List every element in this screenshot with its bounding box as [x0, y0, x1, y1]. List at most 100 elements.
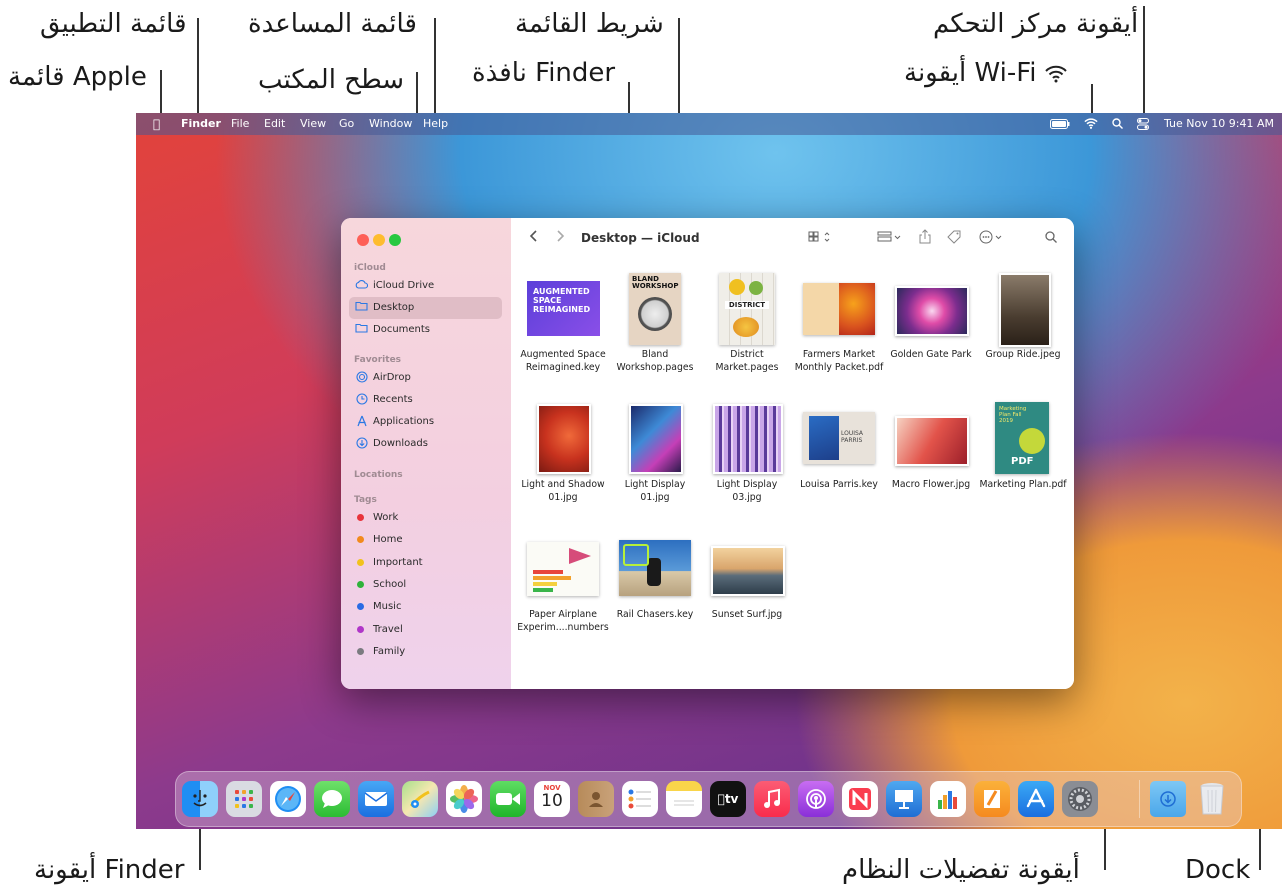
sidebar-item-label: Applications	[373, 416, 435, 427]
menubar-wifi-icon[interactable]	[1084, 118, 1098, 133]
calendar-day: 10	[541, 791, 563, 811]
news-icon[interactable]	[842, 781, 878, 817]
file-item-light-display-03[interactable]: Light Display 03.jpg	[701, 398, 793, 518]
sidebar-tag-label: Family	[373, 645, 406, 657]
sidebar-item-label: iCloud Drive	[373, 280, 435, 291]
sidebar-tag-travel[interactable]: Travel	[349, 619, 502, 641]
oranges-image	[839, 283, 875, 335]
zoom-button[interactable]	[389, 234, 401, 246]
download-icon	[355, 437, 368, 450]
keynote-icon[interactable]	[886, 781, 922, 817]
reminders-icon[interactable]	[622, 781, 658, 817]
callout-app-menu: قائمة التطبيق	[40, 9, 187, 39]
pages-thumbnail: DISTRICT	[719, 273, 775, 345]
sidebar-item-applications[interactable]: Applications	[349, 411, 502, 433]
notes-icon[interactable]	[666, 781, 702, 817]
search-icon[interactable]	[1045, 231, 1057, 247]
more-icon[interactable]	[979, 230, 1005, 248]
sidebar-item-icloud-drive[interactable]: iCloud Drive	[349, 275, 502, 297]
apple-tv-icon[interactable]: tv	[710, 781, 746, 817]
finder-window[interactable]: iCloud iCloud Drive Desktop Documents Fa	[341, 218, 1074, 689]
tag-icon[interactable]	[947, 230, 962, 248]
back-arrow-icon[interactable]	[529, 230, 537, 246]
sidebar-item-documents[interactable]: Documents	[349, 319, 502, 341]
pdf-thumbnail: Marketing Plan Fall 2019 PDF	[995, 402, 1049, 474]
file-item-augmented-space[interactable]: AUGMENTED SPACE REIMAGINED Augmented Spa…	[517, 268, 609, 388]
minimize-button[interactable]	[373, 234, 385, 246]
file-item-bland-workshop[interactable]: BLAND WORKSHOP Bland Workshop.pages	[609, 268, 701, 388]
share-icon[interactable]	[919, 229, 931, 248]
menu-help[interactable]: Help	[423, 117, 448, 131]
file-item-louisa-parris[interactable]: LOUISA PARRIS Louisa Parris.key	[793, 398, 885, 518]
spotlight-icon[interactable]	[1112, 118, 1123, 133]
downloads-folder-icon[interactable]	[1150, 781, 1186, 817]
callout-finder-window: نافذة Finder	[472, 58, 616, 88]
music-icon[interactable]	[754, 781, 790, 817]
group-icon[interactable]	[877, 231, 903, 247]
sidebar-tag-music[interactable]: Music	[349, 596, 502, 618]
desktop[interactable]:  Finder File Edit View Go Window Help T…	[136, 113, 1282, 829]
forward-arrow-icon[interactable]	[557, 230, 565, 246]
system-preferences-icon[interactable]	[1062, 781, 1098, 817]
menu-window[interactable]: Window	[369, 117, 412, 131]
sidebar-item-downloads[interactable]: Downloads	[349, 433, 502, 455]
menu-go[interactable]: Go	[339, 117, 354, 131]
leader-help-menu	[434, 18, 436, 116]
thumbnail-text: DISTRICT	[725, 301, 769, 309]
sidebar-item-recents[interactable]: Recents	[349, 389, 502, 411]
file-item-rail-chasers[interactable]: Rail Chasers.key	[609, 528, 701, 648]
menubar-clock[interactable]: Tue Nov 10 9:41 AM	[1164, 117, 1274, 131]
file-item-golden-gate-park[interactable]: Golden Gate Park	[885, 268, 977, 388]
sidebar-item-label: Documents	[373, 324, 431, 335]
app-menu[interactable]: Finder	[181, 117, 221, 131]
facetime-icon[interactable]	[490, 781, 526, 817]
menu-edit[interactable]: Edit	[264, 117, 285, 131]
battery-icon[interactable]	[1050, 119, 1070, 133]
podcasts-icon[interactable]	[798, 781, 834, 817]
file-item-macro-flower[interactable]: Macro Flower.jpg	[885, 398, 977, 518]
file-item-light-display-01[interactable]: Light Display 01.jpg	[609, 398, 701, 518]
file-item-light-and-shadow[interactable]: Light and Shadow 01.jpg	[517, 398, 609, 518]
calendar-icon[interactable]: NOV 10	[534, 781, 570, 817]
photos-icon[interactable]	[446, 781, 482, 817]
sidebar-tag-family[interactable]: Family	[349, 641, 502, 663]
messages-icon[interactable]	[314, 781, 350, 817]
maps-icon[interactable]	[402, 781, 438, 817]
menu-view[interactable]: View	[300, 117, 326, 131]
app-store-icon[interactable]	[1018, 781, 1054, 817]
sidebar-header-tags: Tags	[354, 495, 377, 505]
sidebar-tag-important[interactable]: Important	[349, 552, 502, 574]
finder-content[interactable]: Desktop — iCloud AUGMENTED SPACE REIMAGI…	[511, 218, 1074, 689]
apple-menu-icon[interactable]: 	[153, 117, 160, 131]
file-item-farmers-market[interactable]: Farmers Market Monthly Packet.pdf	[793, 268, 885, 388]
file-item-group-ride[interactable]: Group Ride.jpeg	[977, 268, 1069, 388]
trash-icon[interactable]	[1194, 781, 1230, 817]
callout-apple-menu: قائمة Apple	[8, 62, 147, 92]
numbers-icon[interactable]	[930, 781, 966, 817]
finder-icon[interactable]	[182, 781, 218, 817]
thumbnail-text: BLAND WORKSHOP	[632, 275, 679, 290]
sidebar-tag-home[interactable]: Home	[349, 529, 502, 551]
fruit-image	[733, 317, 759, 337]
tv-logo-apple: 	[718, 792, 725, 806]
file-item-paper-airplane[interactable]: Paper Airplane Experim....numbers	[517, 528, 609, 648]
fruit-image	[729, 279, 745, 295]
keynote-thumbnail: AUGMENTED SPACE REIMAGINED	[527, 281, 600, 336]
safari-icon[interactable]	[270, 781, 306, 817]
contacts-icon[interactable]	[578, 781, 614, 817]
launchpad-icon[interactable]	[226, 781, 262, 817]
callout-wifi-icon: أيقونة Wi-Fi	[904, 60, 1067, 86]
menu-file[interactable]: File	[231, 117, 249, 131]
mail-icon[interactable]	[358, 781, 394, 817]
file-item-sunset-surf[interactable]: Sunset Surf.jpg	[701, 528, 793, 648]
sidebar-tag-school[interactable]: School	[349, 574, 502, 596]
icon-view-icon[interactable]	[808, 231, 832, 247]
pages-icon[interactable]	[974, 781, 1010, 817]
sidebar-item-airdrop[interactable]: AirDrop	[349, 367, 502, 389]
file-item-district-market[interactable]: DISTRICT District Market.pages	[701, 268, 793, 388]
sidebar-tag-work[interactable]: Work	[349, 507, 502, 529]
file-item-marketing-plan[interactable]: Marketing Plan Fall 2019 PDF Marketing P…	[977, 398, 1069, 518]
close-button[interactable]	[357, 234, 369, 246]
sidebar-item-desktop[interactable]: Desktop	[349, 297, 502, 319]
control-center-icon[interactable]	[1137, 118, 1149, 134]
